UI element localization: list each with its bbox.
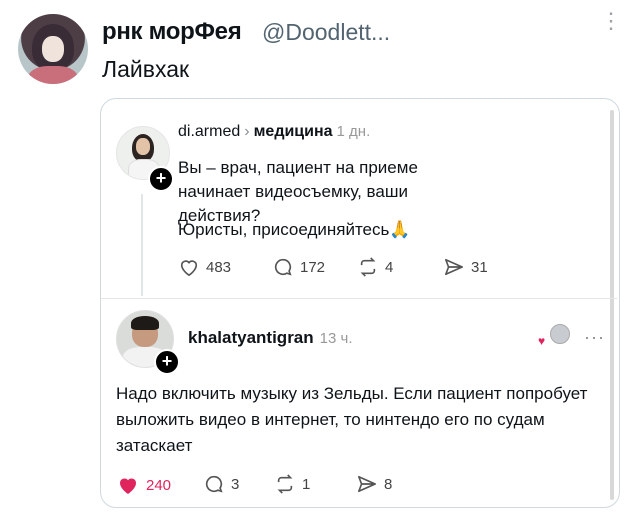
chevron-right-icon: ›: [244, 123, 250, 140]
send-icon: [445, 258, 463, 276]
avatar-hair: [131, 316, 159, 330]
outer-handle[interactable]: @Doodlett...: [262, 19, 390, 46]
post2-like-button[interactable]: 240: [116, 474, 171, 496]
post2-comment-count: 3: [231, 475, 240, 493]
liked-by-heart-icon: ♥: [538, 334, 546, 348]
scrollbar[interactable]: [610, 110, 614, 500]
outer-display-name[interactable]: рнк морФея: [102, 18, 242, 46]
post1-category[interactable]: медицина: [254, 123, 333, 140]
heart-icon: [180, 260, 198, 277]
post1-text-lawyers: Юристы, присоединяйтесь🙏: [178, 220, 411, 239]
post2-header: khalatyantigran 13 ч.: [188, 328, 353, 348]
more-horizontal-icon[interactable]: ···: [584, 327, 605, 348]
follow-plus-icon[interactable]: +: [154, 349, 180, 375]
post1-text-question: Вы – врач, пациент на приеме начинает ви…: [178, 158, 418, 225]
post1-repost-count: 4: [385, 258, 394, 276]
post2-comment-button[interactable]: 3: [203, 474, 239, 494]
post2-share-count: 8: [384, 475, 393, 493]
post1-share-count: 31: [471, 258, 488, 276]
post1-like-count: 483: [206, 258, 232, 276]
post2-repost-button[interactable]: 1: [274, 474, 310, 494]
comment-icon: [205, 475, 223, 493]
post2-text: Надо включить музыку из Зельды. Если пац…: [116, 384, 588, 455]
send-icon: [358, 475, 376, 493]
post2-like-count: 240: [146, 476, 172, 494]
post2-time: 13 ч.: [319, 330, 353, 347]
post1-time: 1 дн.: [336, 123, 371, 140]
post1-comment-button[interactable]: 172: [272, 257, 325, 277]
liked-by-avatar[interactable]: [550, 324, 570, 344]
post2-repost-count: 1: [302, 475, 311, 493]
post1-username[interactable]: di.armed: [178, 123, 240, 140]
avatar-shirt: [28, 66, 78, 84]
repost-icon: [360, 257, 376, 277]
avatar-face: [42, 36, 64, 62]
repost-icon: [277, 474, 293, 494]
comment-icon: [274, 258, 292, 276]
heart-filled-icon: [120, 478, 136, 494]
post1-repost-button[interactable]: 4: [357, 257, 393, 277]
outer-post-text: Лайвхак: [102, 56, 190, 82]
post1-share-button[interactable]: 31: [443, 257, 488, 277]
post2-username[interactable]: khalatyantigran: [188, 328, 314, 347]
post2-share-button[interactable]: 8: [356, 474, 392, 494]
post1-comment-count: 172: [300, 258, 326, 276]
avatar-face: [136, 138, 150, 155]
thread-line: [141, 194, 143, 296]
follow-plus-icon[interactable]: +: [148, 166, 174, 192]
post-divider: [101, 298, 617, 299]
more-menu-icon[interactable]: ⋮: [600, 10, 622, 32]
post1-header: di.armed › медицина 1 дн.: [178, 123, 370, 141]
outer-avatar[interactable]: [18, 14, 88, 84]
post1-like-button[interactable]: 483: [178, 257, 231, 277]
